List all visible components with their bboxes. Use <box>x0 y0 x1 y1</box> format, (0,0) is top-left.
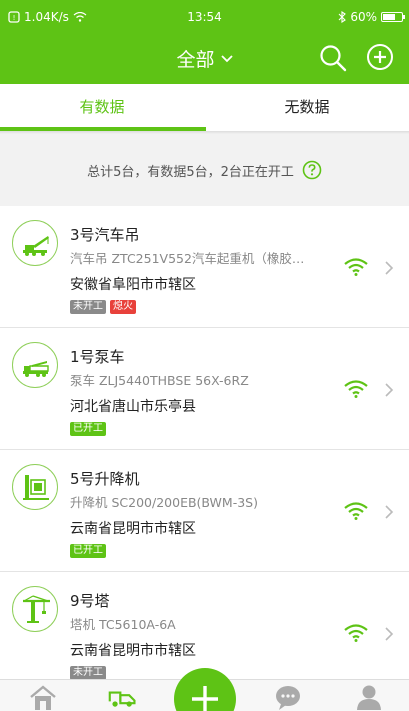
battery-percent: 60% <box>350 10 377 24</box>
battery-icon <box>381 12 405 22</box>
item-name: 3号汽车吊 <box>70 226 140 244</box>
item-name: 5号升降机 <box>70 470 140 488</box>
status-badge-not-started: 未开工 <box>70 666 106 680</box>
list-item[interactable]: 3号汽车吊 汽车吊 ZTC251V552汽车起重机（橡胶… 安徽省阜阳市市辖区 … <box>0 206 409 328</box>
truck-crane-icon <box>12 220 58 266</box>
status-badge-started: 已开工 <box>70 544 106 558</box>
app-header: 全部 <box>0 34 409 84</box>
search-icon[interactable] <box>318 43 348 73</box>
chevron-right-icon <box>385 383 394 397</box>
chevron-right-icon <box>385 261 394 275</box>
header-title: 全部 <box>176 49 215 71</box>
item-location: 安徽省阜阳市市辖区 <box>70 277 196 293</box>
item-name: 1号泵车 <box>70 348 125 366</box>
list-item[interactable]: 5号升降机 升降机 SC200/200EB(BWM-3S) 云南省昆明市市辖区 … <box>0 450 409 572</box>
tab-no-data[interactable]: 无数据 <box>205 84 409 134</box>
item-location: 云南省昆明市市辖区 <box>70 521 196 537</box>
signal-icon <box>344 380 368 398</box>
summary-bar: 总计5台，有数据5台，2台正在开工 <box>0 152 409 188</box>
elevator-icon <box>12 464 58 510</box>
chevron-down-icon <box>220 54 233 62</box>
item-name: 9号塔 <box>70 592 110 610</box>
summary-text: 总计5台，有数据5台，2台正在开工 <box>87 164 294 180</box>
item-model: 塔机 TC5610A-6A <box>70 617 176 632</box>
item-location: 河北省唐山市乐亭县 <box>70 399 196 415</box>
status-right: 60% <box>338 10 405 24</box>
chevron-right-icon <box>385 627 394 641</box>
item-model: 汽车吊 ZTC251V552汽车起重机（橡胶… <box>70 251 305 266</box>
list-item[interactable]: 1号泵车 泵车 ZLJ5440THBSE 56X-6RZ 河北省唐山市乐亭县 已… <box>0 328 409 450</box>
pump-truck-icon <box>12 342 58 388</box>
item-model: 泵车 ZLJ5440THBSE 56X-6RZ <box>70 373 249 388</box>
equipment-nav-icon[interactable] <box>108 684 138 710</box>
tab-shadow <box>0 131 409 134</box>
message-icon[interactable] <box>273 684 303 710</box>
status-badge-engine-off: 熄火 <box>110 300 136 314</box>
signal-icon <box>344 258 368 276</box>
item-badges: 已开工 <box>70 422 106 436</box>
item-location: 云南省昆明市市辖区 <box>70 643 196 659</box>
status-bar: ! 1.04K/s 13:54 60% <box>0 0 409 34</box>
tower-crane-icon <box>12 586 58 632</box>
item-model: 升降机 SC200/200EB(BWM-3S) <box>70 495 258 510</box>
item-badges: 未开工 熄火 <box>70 300 136 314</box>
item-badges: 已开工 <box>70 544 106 558</box>
bluetooth-icon <box>338 11 347 23</box>
signal-icon <box>344 502 368 520</box>
home-icon[interactable] <box>28 684 58 710</box>
item-badges: 未开工 <box>70 666 106 680</box>
profile-icon[interactable] <box>354 684 384 710</box>
help-icon[interactable] <box>302 160 322 180</box>
equipment-list: 3号汽车吊 汽车吊 ZTC251V552汽车起重机（橡胶… 安徽省阜阳市市辖区 … <box>0 206 409 694</box>
signal-icon <box>344 624 368 642</box>
status-badge-not-started: 未开工 <box>70 300 106 314</box>
plus-icon <box>192 686 218 711</box>
status-badge-started: 已开工 <box>70 422 106 436</box>
chevron-right-icon <box>385 505 394 519</box>
add-icon[interactable] <box>366 43 394 71</box>
